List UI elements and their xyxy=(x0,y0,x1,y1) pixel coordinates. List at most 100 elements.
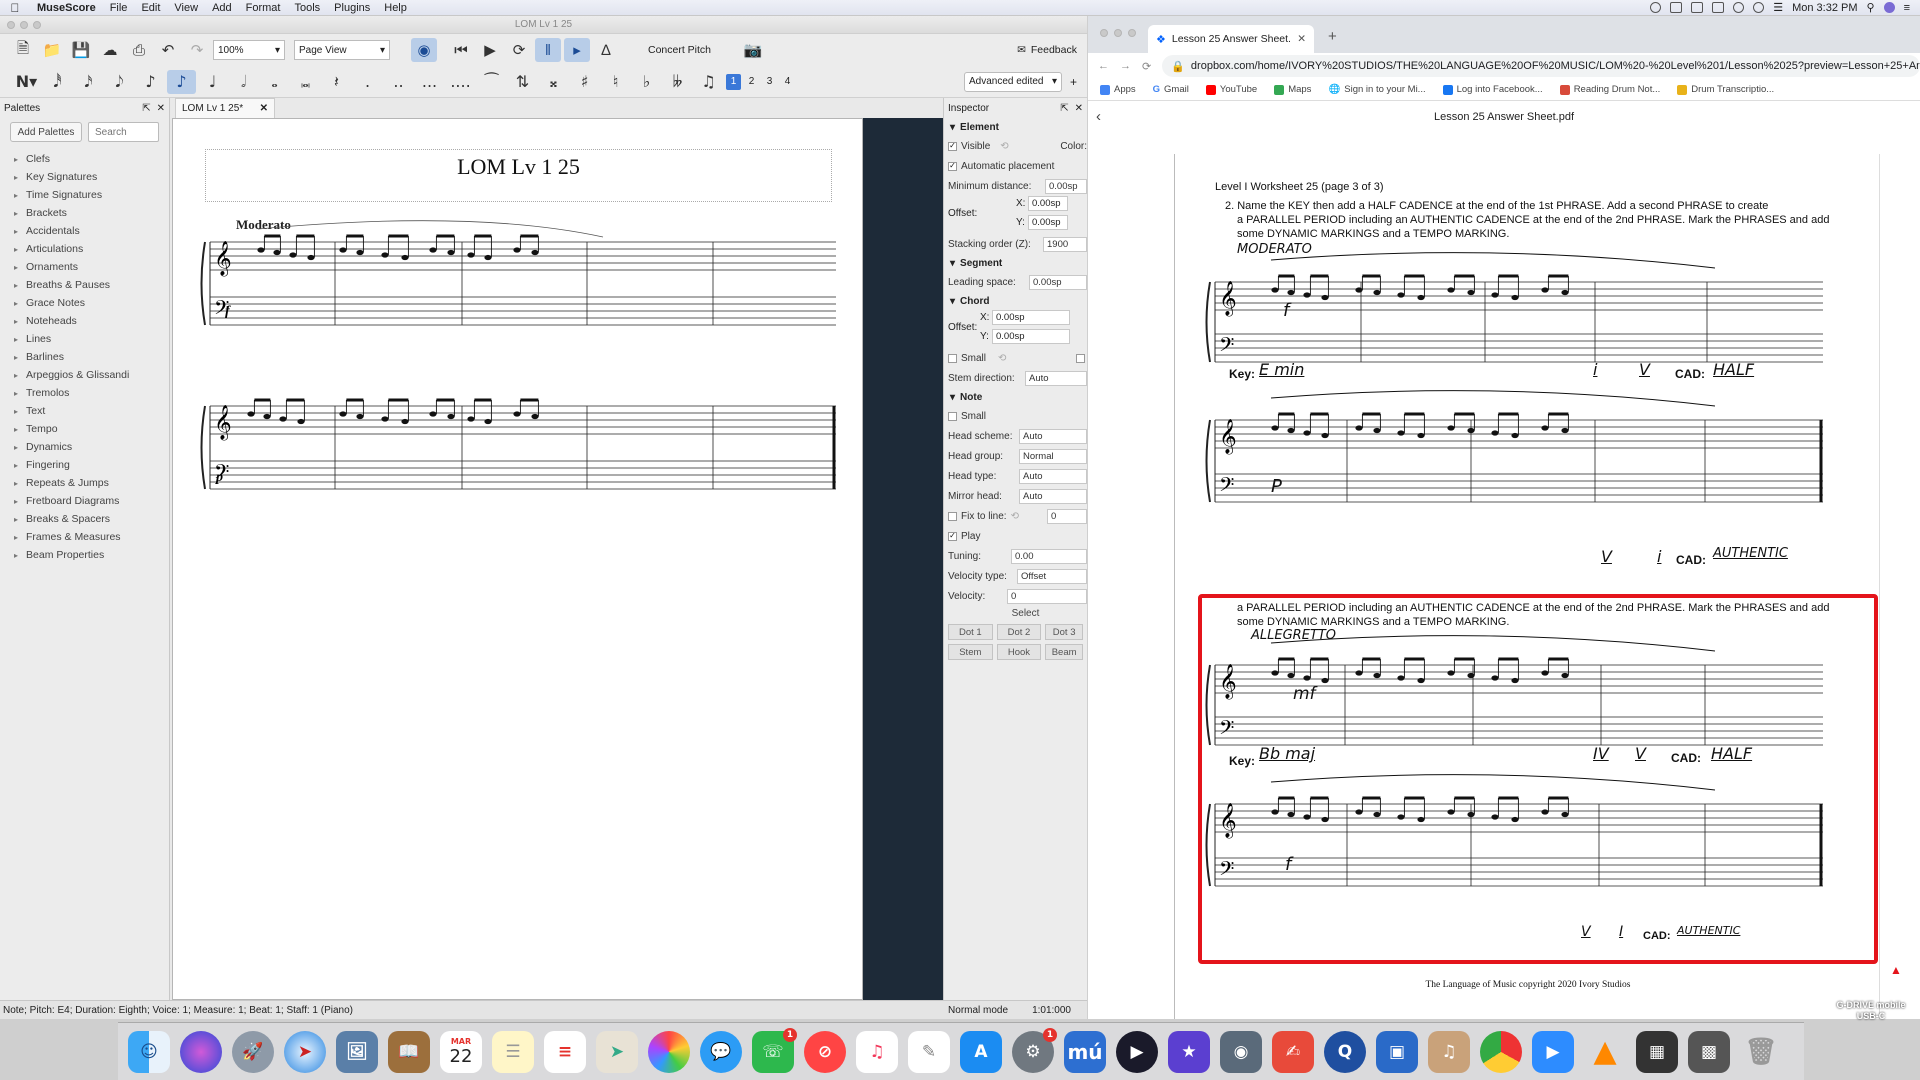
duration-16th-icon[interactable]: 𝅘𝅥𝅮 xyxy=(105,70,134,94)
notes-icon[interactable]: ☰ xyxy=(492,1030,534,1073)
spotlight-icon[interactable]: ⚲ xyxy=(1867,1,1875,14)
preview-icon[interactable]: 🖼 xyxy=(336,1030,378,1073)
fix-line-input[interactable]: 0 xyxy=(1047,508,1087,524)
select-dot3-button[interactable]: Dot 3 xyxy=(1045,624,1083,640)
double-flat-icon[interactable]: 𝄫 xyxy=(663,70,692,94)
head-group-select[interactable]: Normal xyxy=(1019,448,1087,464)
palette-item[interactable]: ▸ Tremolos xyxy=(0,384,169,402)
undo-icon[interactable]: ↶ xyxy=(155,38,181,62)
menu-plugins[interactable]: Plugins xyxy=(327,2,377,14)
palette-item[interactable]: ▸ Fretboard Diagrams xyxy=(0,492,169,510)
close-tab-icon[interactable]: ✕ xyxy=(1297,33,1306,45)
trash-icon[interactable]: 🗑 xyxy=(1740,1031,1782,1073)
feedback-button[interactable]: ✉ Feedback xyxy=(1017,44,1077,56)
user-icon[interactable] xyxy=(1883,2,1895,13)
rewind-icon[interactable]: ⏮ xyxy=(448,38,474,62)
dot-icon[interactable]: . xyxy=(353,70,382,94)
bookmark-drum-notation[interactable]: Reading Drum Not... xyxy=(1559,84,1660,95)
menu-app[interactable]: MuseScore xyxy=(30,2,103,14)
select-dot2-button[interactable]: Dot 2 xyxy=(996,624,1042,640)
menu-format[interactable]: Format xyxy=(239,2,288,14)
head-type-select[interactable]: Auto xyxy=(1019,468,1087,484)
reset-icon[interactable]: ⟲ xyxy=(1000,141,1008,152)
menu-file[interactable]: File xyxy=(103,2,135,14)
stacking-input[interactable]: 1900 xyxy=(1043,236,1087,252)
select-dot1-button[interactable]: Dot 1 xyxy=(948,624,993,640)
textedit-icon[interactable]: ✎ xyxy=(908,1030,950,1073)
close-window-button[interactable] xyxy=(1100,29,1108,37)
loop-icon[interactable]: ⟳ xyxy=(506,38,532,62)
leading-input[interactable]: 0.00sp xyxy=(1029,274,1087,290)
sharp-icon[interactable]: ♯ xyxy=(570,70,599,94)
tuning-input[interactable]: 0.00 xyxy=(1011,548,1087,564)
back-icon[interactable]: ← xyxy=(1098,60,1109,72)
score-page[interactable]: LOM Lv 1 25 Moderato 𝄞 𝄢 𝄞 𝄢 f p xyxy=(172,118,863,1000)
playback-mode-icon[interactable]: ◉ xyxy=(411,38,437,62)
reminders-icon[interactable]: ≡ xyxy=(544,1030,586,1073)
segment-section[interactable]: ▾ Segment xyxy=(944,254,1087,272)
select-beam-button[interactable]: Beam xyxy=(1045,644,1083,660)
screen-capture-icon[interactable] xyxy=(1670,2,1683,13)
time-machine-icon[interactable] xyxy=(1733,2,1745,13)
undock-icon[interactable]: ⇱ xyxy=(142,103,150,114)
chord-section[interactable]: ▾ Chord xyxy=(944,292,1087,310)
zoom-select[interactable]: 100% ▾ xyxy=(213,40,285,60)
concert-pitch-button[interactable]: Concert Pitch xyxy=(648,44,711,56)
palette-item[interactable]: ▸ Tempo xyxy=(0,420,169,438)
flip-icon[interactable]: ⇅ xyxy=(508,70,537,94)
redo-icon[interactable]: ↷ xyxy=(184,38,210,62)
palette-item[interactable]: ▸ Brackets xyxy=(0,204,169,222)
screen-recorder-icon[interactable]: ▣ xyxy=(1376,1030,1418,1073)
note-small-checkbox[interactable] xyxy=(948,411,957,421)
photos-icon[interactable] xyxy=(648,1030,690,1073)
messages-icon[interactable]: 💬 xyxy=(700,1030,742,1073)
facetime-icon[interactable]: ☏ 1 xyxy=(752,1027,797,1073)
select-stem-button[interactable]: Stem xyxy=(948,644,993,660)
view-mode-select[interactable]: Page View ▾ xyxy=(294,40,390,60)
menu-add[interactable]: Add xyxy=(205,2,239,14)
bookmark-microsoft[interactable]: 🌐 Sign in to your Mi... xyxy=(1328,84,1425,95)
palette-item[interactable]: ▸ Noteheads xyxy=(0,312,169,330)
min-distance-input[interactable]: 0.00sp xyxy=(1045,178,1087,194)
close-icon[interactable]: ✕ xyxy=(157,103,165,114)
bookmark-youtube[interactable]: YouTube xyxy=(1205,84,1257,95)
upload-cloud-icon[interactable]: ☁ xyxy=(97,38,123,62)
browser-tab[interactable]: ❖ Lesson 25 Answer Sheet.pdf ✕ xyxy=(1148,25,1314,53)
bluetooth-icon[interactable] xyxy=(1753,2,1765,13)
tie-icon[interactable]: ⁀ xyxy=(477,70,506,94)
palette-item[interactable]: ▸ Dynamics xyxy=(0,438,169,456)
dynamic-f[interactable]: f xyxy=(225,304,231,319)
music-icon[interactable]: ♫ xyxy=(856,1030,898,1073)
palette-item[interactable]: ▸ Arpeggios & Glissandi xyxy=(0,366,169,384)
recent-window-icon[interactable]: ▦ xyxy=(1636,1030,1678,1073)
chord-x-input[interactable]: 0.00sp xyxy=(992,310,1070,325)
menu-edit[interactable]: Edit xyxy=(134,2,167,14)
palette-item[interactable]: ▸ Accidentals xyxy=(0,222,169,240)
launchpad-icon[interactable]: 🚀 xyxy=(232,1030,274,1073)
metronome-icon[interactable]: ∆ xyxy=(593,38,619,62)
fix-line-checkbox[interactable] xyxy=(948,511,957,521)
palette-item[interactable]: ▸ Time Signatures xyxy=(0,186,169,204)
duration-8th-icon[interactable]: ♪ xyxy=(136,70,165,94)
mirror-select[interactable]: Auto xyxy=(1019,488,1087,504)
notification-center-icon[interactable]: ≡ xyxy=(1904,2,1910,14)
minimize-window-button[interactable] xyxy=(20,21,28,29)
add-palettes-button[interactable]: Add Palettes xyxy=(10,122,82,142)
video-player-icon[interactable]: ▶ xyxy=(1116,1030,1158,1073)
visible-checkbox[interactable]: ✓ xyxy=(948,141,957,151)
zoom-window-button[interactable] xyxy=(1128,29,1136,37)
save-icon[interactable]: 💾 xyxy=(68,38,94,62)
offset-y-input[interactable]: 0.00sp xyxy=(1028,215,1068,230)
flip-direction-icon[interactable]: ♫ xyxy=(694,70,723,94)
contacts-icon[interactable]: 📖 xyxy=(388,1030,430,1073)
bookmark-apps[interactable]: Apps xyxy=(1100,84,1136,95)
duration-whole-icon[interactable]: 𝅝 xyxy=(260,70,289,94)
bookmark-facebook[interactable]: Log into Facebook... xyxy=(1442,84,1543,95)
rest-icon[interactable]: 𝄽 xyxy=(322,70,351,94)
voice-4-button[interactable]: 4 xyxy=(780,74,795,90)
image-capture-icon[interactable]: 📷 xyxy=(740,38,766,62)
palette-item[interactable]: ▸ Frames & Measures xyxy=(0,528,169,546)
guitar-app-icon[interactable]: ♫ xyxy=(1428,1030,1470,1073)
app-store-icon[interactable]: A xyxy=(960,1030,1002,1073)
system-preferences-icon[interactable]: ⚙ 1 xyxy=(1012,1027,1057,1073)
